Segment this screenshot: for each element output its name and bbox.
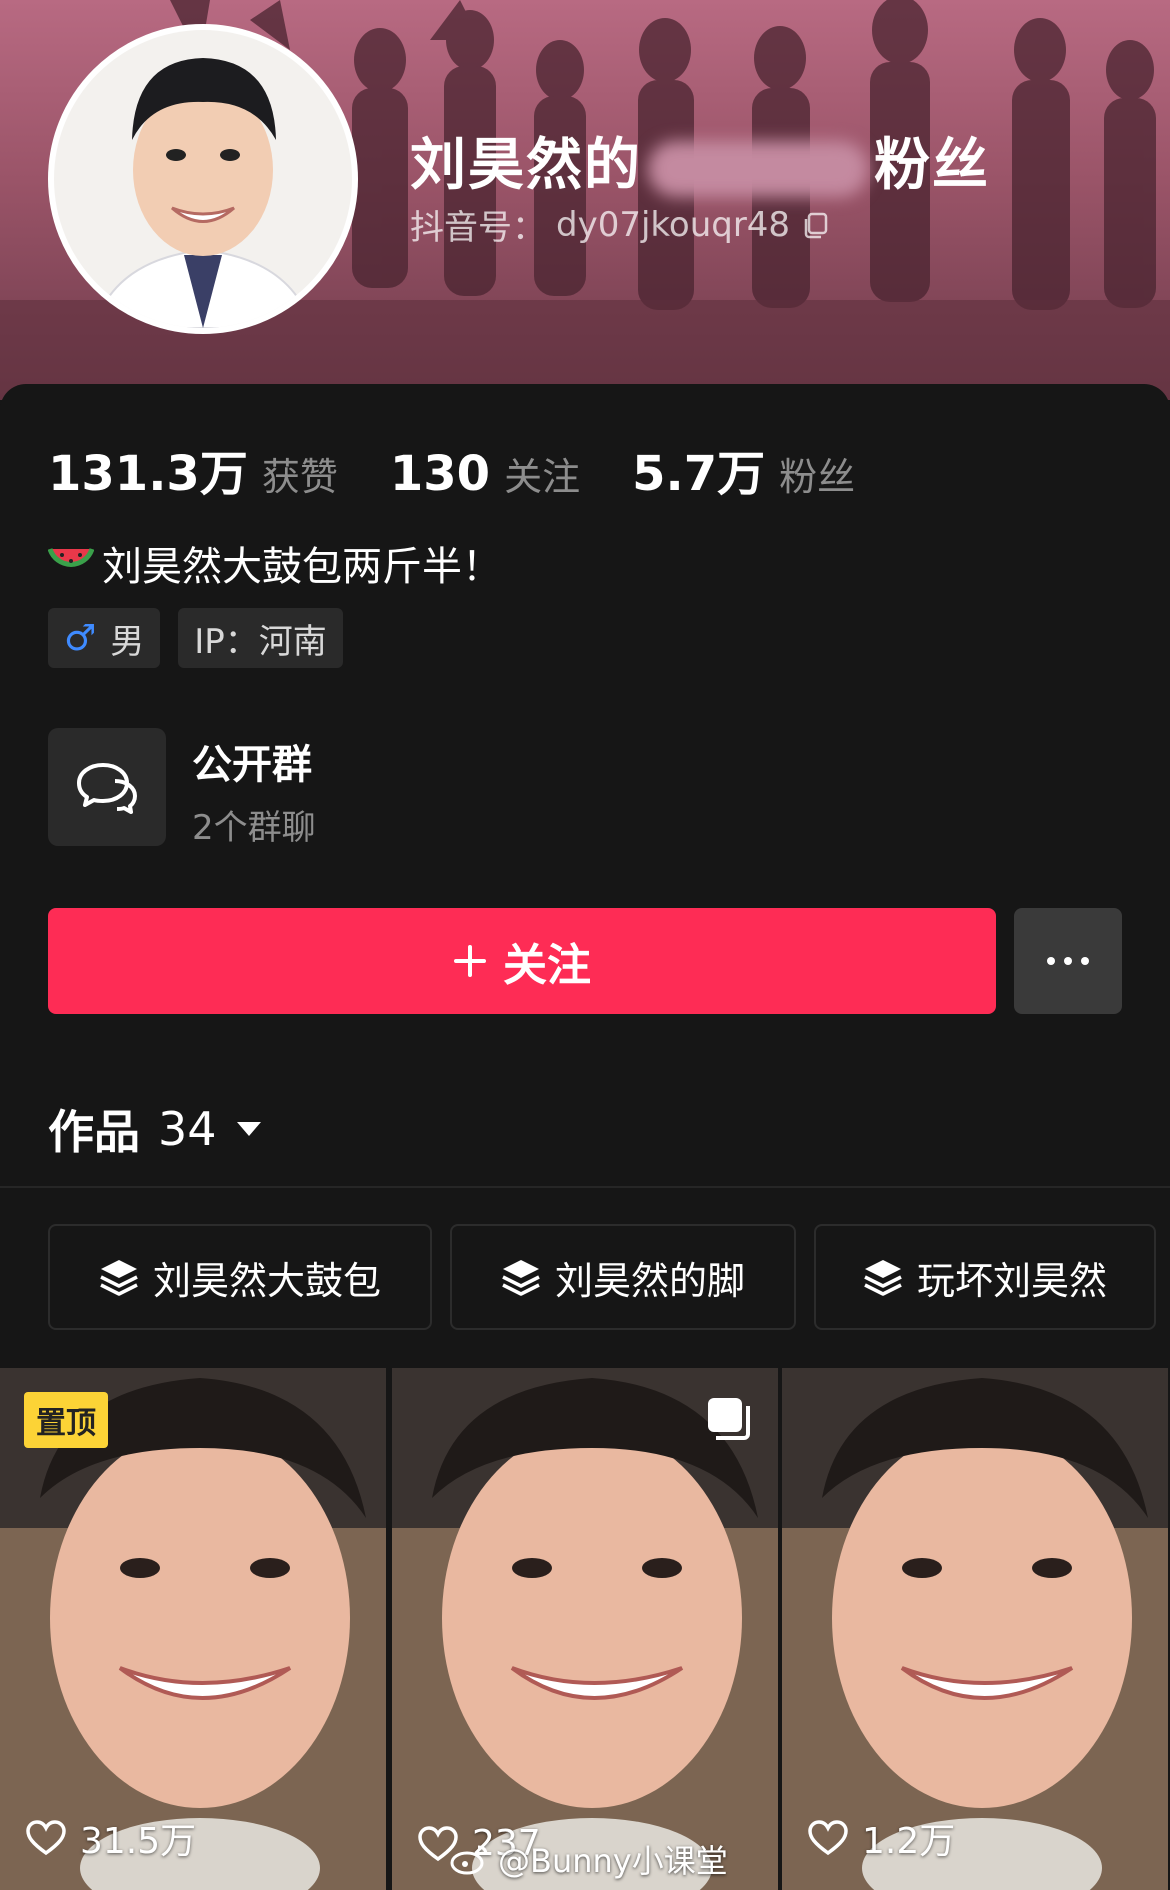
more-dots-icon <box>1047 957 1089 965</box>
profile-bio: 刘昊然大鼓包两斤半！ <box>48 534 502 592</box>
profile-name-suffix: 粉丝 <box>874 133 990 198</box>
collection-label: 刘昊然的脚 <box>554 1258 745 1303</box>
video-thumbnail[interactable]: 置顶 31.5万 <box>0 1368 386 1890</box>
watermelon-icon <box>48 548 94 567</box>
video-likes: 31.5万 <box>26 1812 196 1864</box>
group-subtitle: 2个群聊 <box>192 808 316 848</box>
stat-following-label: 关注 <box>504 455 581 499</box>
stat-likes-label: 获赞 <box>261 455 338 499</box>
stat-likes[interactable]: 131.3万 获赞 <box>48 434 338 504</box>
video-thumbnail-image <box>392 1368 778 1890</box>
male-icon: ♂ <box>64 617 97 659</box>
collection-chip[interactable]: 刘昊然的脚 <box>450 1224 796 1330</box>
stat-following-value: 130 <box>389 446 491 502</box>
video-likes-count: 31.5万 <box>80 1821 197 1862</box>
stat-followers[interactable]: 5.7万 粉丝 <box>632 434 855 504</box>
collection-chip[interactable]: 玩坏刘昊然 <box>814 1224 1156 1330</box>
stat-likes-value: 131.3万 <box>48 446 248 502</box>
group-title[interactable]: 公开群 <box>192 732 312 790</box>
layers-icon <box>502 1260 540 1296</box>
works-count: 34 <box>158 1102 217 1156</box>
layers-icon <box>100 1260 138 1296</box>
follow-label: 关注 <box>503 941 591 990</box>
collections-row: 刘昊然大鼓包 刘昊然的脚 玩坏刘昊然 <box>48 1224 1156 1330</box>
video-likes: 1.2万 <box>808 1812 955 1864</box>
collection-label: 玩坏刘昊然 <box>916 1258 1107 1303</box>
ip-tag: IP：河南 <box>178 608 343 668</box>
douyin-id-row[interactable]: 抖音号： dy07jkouqr48 <box>410 200 830 249</box>
watermark-text: @Bunny小课堂 <box>498 1842 728 1880</box>
avatar-photo <box>54 30 352 328</box>
video-thumbnail[interactable]: 237 <box>392 1368 778 1890</box>
video-grid: 置顶 31.5万 237 1.2万 <box>0 1368 1170 1890</box>
stat-following[interactable]: 130 关注 <box>390 446 580 502</box>
heart-icon <box>26 1820 66 1856</box>
bio-text: 刘昊然大鼓包两斤半！ <box>102 544 502 590</box>
works-label: 作品 <box>48 1105 140 1159</box>
heart-icon <box>808 1820 848 1856</box>
profile-stats: 131.3万 获赞 130 关注 5.7万 粉丝 <box>48 434 907 504</box>
stat-followers-value: 5.7万 <box>632 446 766 502</box>
caret-down-icon <box>236 1122 261 1136</box>
gender-text: 男 <box>110 621 145 662</box>
copy-icon[interactable] <box>800 210 830 240</box>
video-likes-count: 1.2万 <box>862 1821 956 1862</box>
layers-icon <box>864 1260 902 1296</box>
weibo-icon <box>450 1845 488 1875</box>
profile-tags: ♂ 男 IP：河南 <box>48 608 343 668</box>
multi-image-icon <box>708 1398 750 1440</box>
name-blur-mask <box>648 140 868 197</box>
video-thumbnail[interactable]: 1.2万 <box>782 1368 1168 1890</box>
douyin-id-value: dy07jkouqr48 <box>556 204 791 245</box>
works-tab[interactable]: 作品 34 <box>48 1096 263 1162</box>
weibo-watermark: @Bunny小课堂 <box>450 1836 728 1882</box>
profile-name: 刘昊然的 粉丝 <box>410 120 990 201</box>
ip-text: IP：河南 <box>194 621 327 662</box>
follow-button[interactable]: 关注 <box>48 908 996 1014</box>
profile-avatar[interactable] <box>48 24 358 334</box>
pinned-badge: 置顶 <box>24 1392 108 1448</box>
douyin-id-label: 抖音号： <box>410 208 546 248</box>
plus-icon <box>454 945 486 977</box>
more-button[interactable] <box>1014 908 1122 1014</box>
collection-label: 刘昊然大鼓包 <box>152 1258 381 1303</box>
chat-bubbles-icon <box>77 763 137 814</box>
stat-followers-label: 粉丝 <box>779 455 856 499</box>
group-chat-button[interactable] <box>48 728 166 846</box>
section-divider <box>0 1186 1170 1188</box>
gender-tag: ♂ 男 <box>48 608 161 668</box>
profile-name-prefix: 刘昊然的 <box>410 133 642 198</box>
collection-chip[interactable]: 刘昊然大鼓包 <box>48 1224 432 1330</box>
